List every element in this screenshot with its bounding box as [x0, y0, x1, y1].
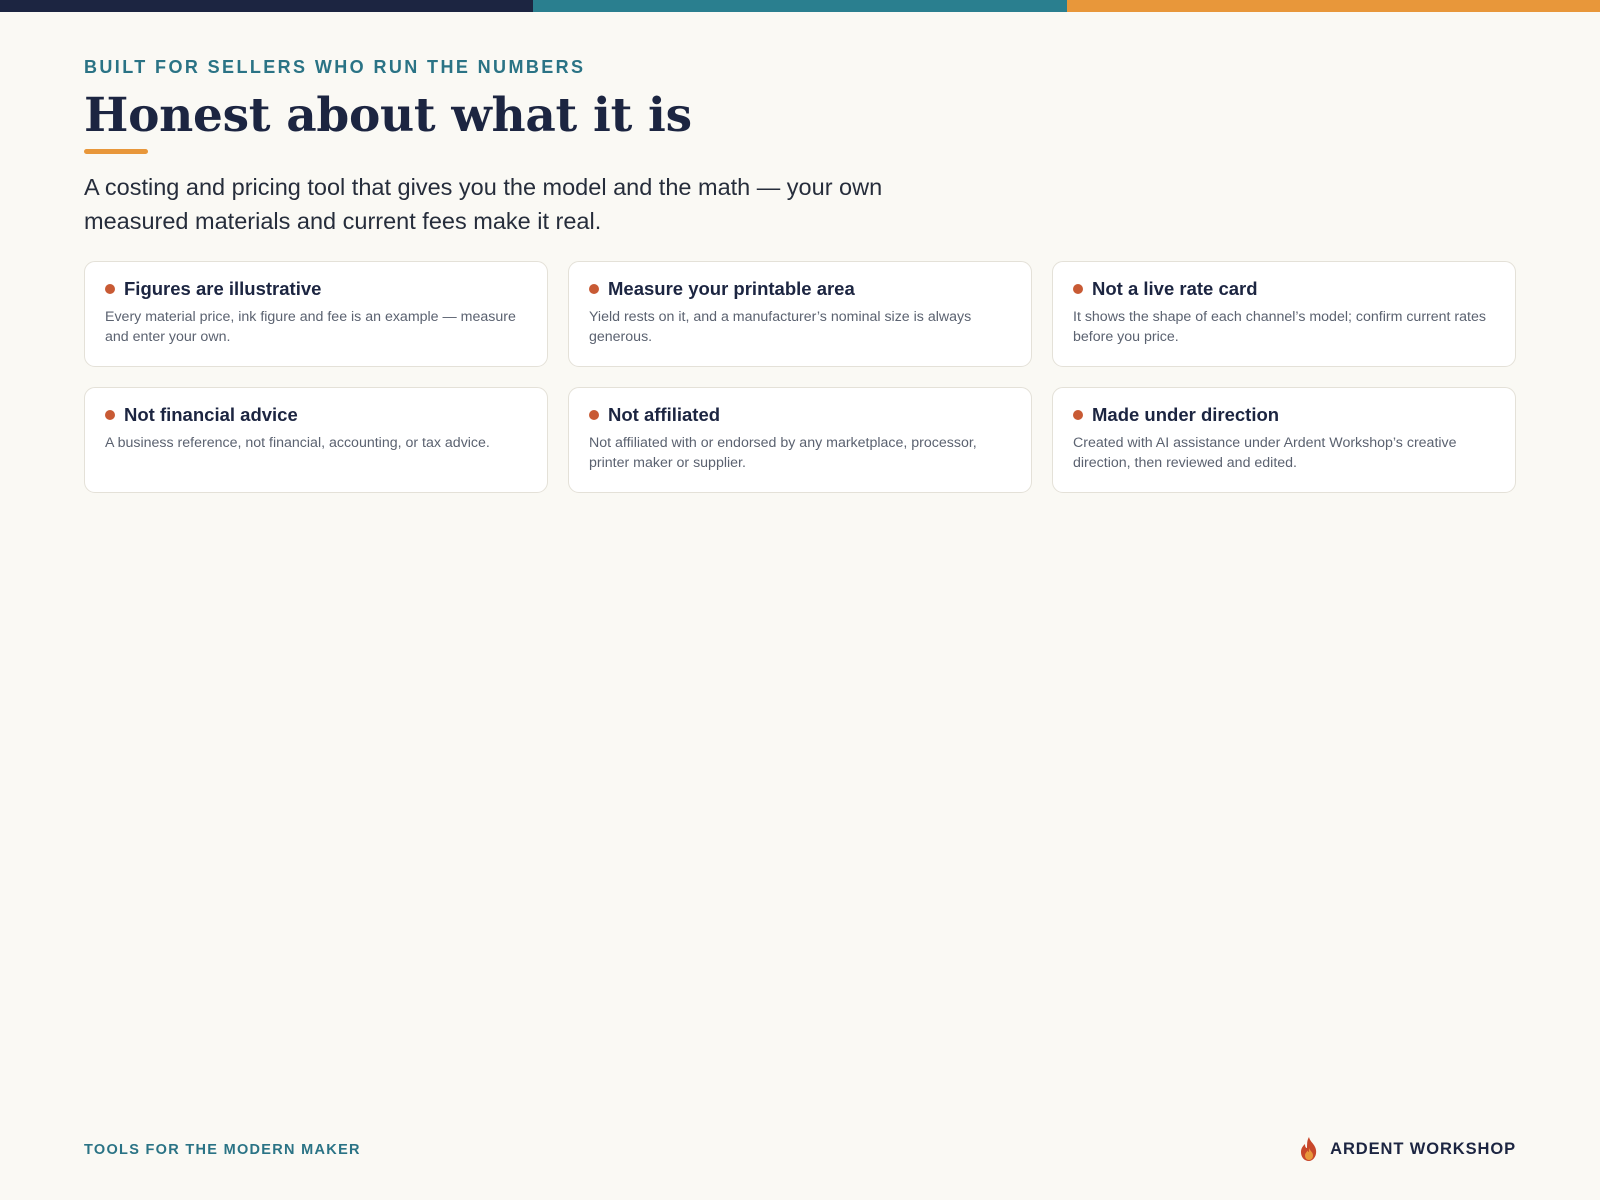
footer-tagline: TOOLS FOR THE MODERN MAKER: [84, 1142, 361, 1158]
card-header: Not financial advice: [105, 404, 527, 426]
disclaimer-card: Not affiliated Not affiliated with or en…: [568, 387, 1032, 493]
card-title: Made under direction: [1092, 404, 1280, 425]
card-title: Not financial advice: [124, 404, 298, 425]
bullet-dot-icon: [1073, 284, 1083, 294]
page-title: Honest about what it is: [84, 88, 692, 143]
card-description: A business reference, not financial, acc…: [105, 435, 490, 451]
card-description: Every material price, ink figure and fee…: [105, 309, 516, 345]
card-title: Not affiliated: [608, 404, 721, 425]
card-description: Created with AI assistance under Ardent …: [1073, 435, 1457, 471]
bullet-dot-icon: [589, 410, 599, 420]
disclaimer-card: Measure your printable area Yield rests …: [568, 261, 1032, 367]
disclaimer-card: Made under direction Created with AI ass…: [1052, 387, 1516, 493]
disclaimer-card: Figures are illustrative Every material …: [84, 261, 548, 367]
flame-icon: [1301, 1137, 1317, 1161]
card-header: Not affiliated: [589, 404, 1011, 426]
bullet-dot-icon: [105, 410, 115, 420]
top-bar-teal-segment: [533, 0, 1067, 12]
footer-brand: ARDENT WORKSHOP: [1298, 1136, 1516, 1162]
top-color-bar: [0, 0, 1600, 12]
bullet-dot-icon: [1073, 410, 1083, 420]
card-header: Made under direction: [1073, 404, 1495, 426]
card-header: Not a live rate card: [1073, 278, 1495, 300]
brand-name: ARDENT WORKSHOP: [1330, 1139, 1516, 1158]
top-bar-navy-segment: [0, 0, 534, 12]
bullet-dot-icon: [105, 284, 115, 294]
top-bar-orange-segment: [1066, 0, 1600, 12]
disclaimer-card: Not financial advice A business referenc…: [84, 387, 548, 493]
disclaimer-card-grid: Figures are illustrative Every material …: [84, 261, 1516, 493]
title-underline-accent: [84, 149, 148, 154]
intro-paragraph: A costing and pricing tool that gives yo…: [84, 174, 883, 234]
card-description: It shows the shape of each channel’s mod…: [1073, 309, 1486, 345]
card-header: Figures are illustrative: [105, 278, 527, 300]
bullet-dot-icon: [589, 284, 599, 294]
card-description: Yield rests on it, and a manufacturer’s …: [589, 309, 972, 345]
card-title: Not a live rate card: [1092, 278, 1258, 299]
card-title: Measure your printable area: [608, 278, 855, 299]
eyebrow-label: BUILT FOR SELLERS WHO RUN THE NUMBERS: [84, 57, 586, 77]
card-header: Measure your printable area: [589, 278, 1011, 300]
disclaimer-card: Not a live rate card It shows the shape …: [1052, 261, 1516, 367]
card-description: Not affiliated with or endorsed by any m…: [589, 435, 977, 471]
card-title: Figures are illustrative: [124, 278, 322, 299]
